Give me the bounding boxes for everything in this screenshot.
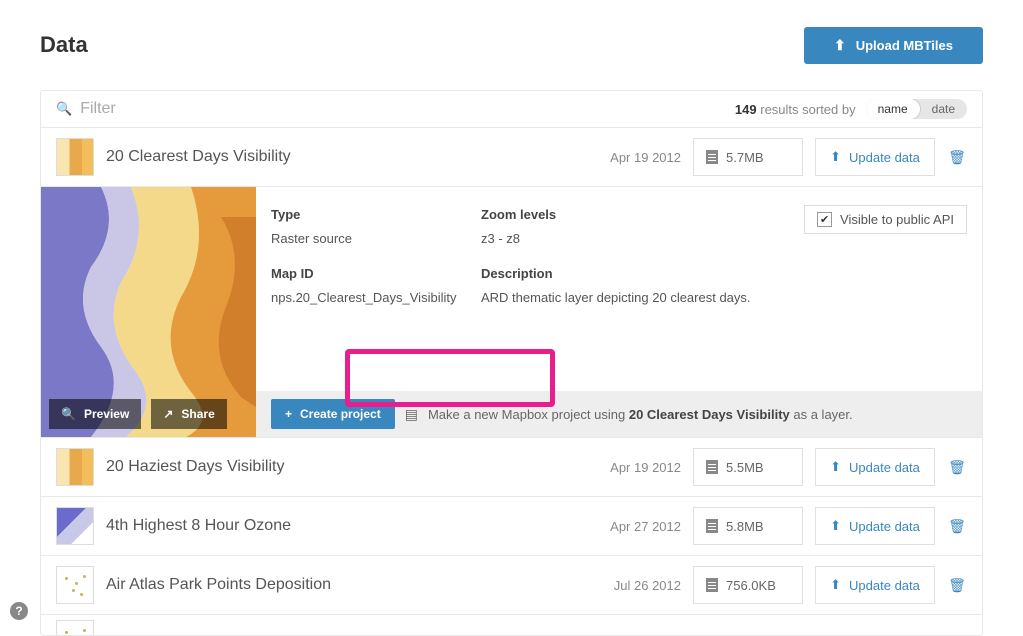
help-button[interactable]: ? [10,602,28,620]
file-icon [706,460,718,474]
layer-date: Jul 26 2012 [591,578,681,593]
file-size-box: 5.5MB [693,448,803,486]
upload-mbtiles-button[interactable]: ⬆ Upload MBTiles [804,27,983,64]
update-data-button[interactable]: ⬆ Update data [815,507,935,545]
layer-thumbnail [56,448,94,486]
share-icon: ↗ [163,407,173,421]
type-value: Raster source [271,231,352,246]
helper-text: Make a new Mapbox project using 20 Clear… [428,407,853,422]
magnify-icon: 🔍 [61,407,76,421]
layer-thumbnail [56,566,94,604]
layer-thumbnail [56,507,94,545]
upload-icon: ⬆ [830,518,841,534]
sort-toggle[interactable]: name date [866,99,967,119]
layers-icon: ▤ [405,406,418,423]
file-size-box: 756.0KB [693,566,803,604]
zoom-value: z3 - z8 [481,231,520,246]
file-size-box: 5.8MB [693,507,803,545]
description-label: Description [481,266,967,281]
preview-button[interactable]: 🔍 Preview [49,399,141,429]
layer-date: Apr 27 2012 [591,519,681,534]
search-icon: 🔍 [56,101,72,117]
sort-name-option[interactable]: name [866,99,921,119]
create-project-button[interactable]: + Create project [271,399,395,429]
file-icon [706,519,718,533]
upload-icon: ⬆ [834,37,846,54]
page-title: Data [40,32,88,58]
visibility-label: Visible to public API [840,212,954,227]
data-row[interactable]: 4th Highest 8 Hour Ozone Apr 27 2012 5.8… [41,497,982,556]
mapid-label: Map ID [271,266,461,281]
layer-title: Air Atlas Park Points Deposition [106,576,579,594]
description-value: ARD thematic layer depicting 20 clearest… [481,290,751,305]
mapid-value: nps.20_Clearest_Days_Visibility [271,290,456,305]
expanded-panel: 🔍 Preview ↗ Share Type Raster source [41,187,982,438]
layer-title: 20 Clearest Days Visibility [106,148,579,166]
trash-icon: 🗑 [948,577,966,593]
upload-label: Upload MBTiles [856,38,953,53]
type-label: Type [271,207,461,222]
data-row[interactable]: Air Atlas Park Points Deposition Jul 26 … [41,556,982,615]
help-icon: ? [15,604,22,618]
update-data-button[interactable]: ⬆ Update data [815,138,935,176]
update-data-button[interactable]: ⬆ Update data [815,448,935,486]
layer-date: Apr 19 2012 [591,460,681,475]
upload-icon: ⬆ [830,577,841,593]
delete-button[interactable]: 🗑 [947,459,967,476]
upload-icon: ⬆ [830,149,841,165]
share-button[interactable]: ↗ Share [151,399,226,429]
delete-button[interactable]: 🗑 [947,149,967,166]
trash-icon: 🗑 [948,149,966,165]
layer-title: 20 Haziest Days Visibility [106,458,579,476]
layer-thumbnail [56,620,94,635]
layer-title: 4th Highest 8 Hour Ozone [106,517,579,535]
data-row[interactable]: 20 Haziest Days Visibility Apr 19 2012 5… [41,438,982,497]
data-row[interactable] [41,615,982,635]
filter-input[interactable] [80,100,735,118]
trash-icon: 🗑 [948,518,966,534]
delete-button[interactable]: 🗑 [947,577,967,594]
sort-date-option[interactable]: date [920,99,967,119]
delete-button[interactable]: 🗑 [947,518,967,535]
upload-icon: ⬆ [830,459,841,475]
update-data-button[interactable]: ⬆ Update data [815,566,935,604]
plus-icon: + [285,407,292,421]
layer-date: Apr 19 2012 [591,150,681,165]
data-row[interactable]: 20 Clearest Days Visibility Apr 19 2012 … [41,128,982,187]
map-preview: 🔍 Preview ↗ Share [41,187,256,437]
file-icon [706,150,718,164]
checkbox-checked-icon: ✔ [817,212,832,227]
file-icon [706,578,718,592]
layer-thumbnail [56,138,94,176]
results-count-text: 149 results sorted by [735,102,856,117]
trash-icon: 🗑 [948,459,966,475]
visibility-toggle[interactable]: ✔ Visible to public API [804,205,967,234]
file-size-box: 5.7MB [693,138,803,176]
